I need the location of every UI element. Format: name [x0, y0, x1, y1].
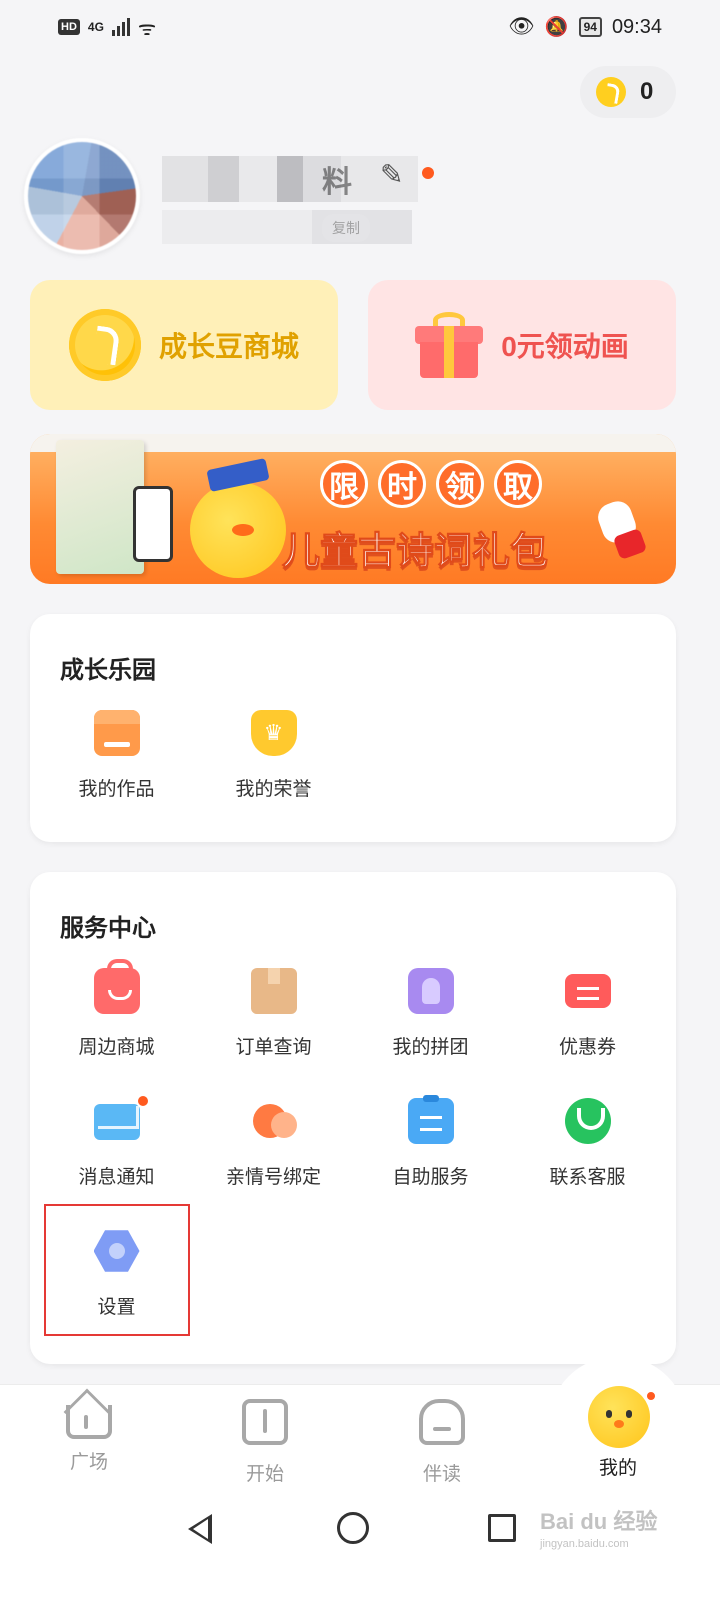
- my-group-buy-button[interactable]: 我的拼团: [352, 968, 509, 1064]
- self-service-button[interactable]: 自助服务: [352, 1095, 509, 1194]
- notification-dot: [422, 167, 434, 179]
- notification-dot: [645, 1390, 657, 1402]
- works-icon: [93, 710, 140, 756]
- tab-label: 我的: [598, 1458, 637, 1479]
- chat-icon: [564, 1098, 611, 1144]
- clock: 09:34: [611, 15, 662, 38]
- status-bar: HD 4G ᯤ 👁 🔕 94 09:34: [0, 0, 720, 54]
- gift-icon: [415, 312, 484, 378]
- order-lookup-button[interactable]: 订单查询: [195, 968, 352, 1064]
- coupons-button[interactable]: 优惠券: [509, 968, 666, 1064]
- free-animation-card[interactable]: 0元领动画: [368, 280, 676, 410]
- promo-banner[interactable]: 限 时 领 取 儿童古诗词礼包: [30, 434, 676, 584]
- item-label: 自助服务: [392, 1167, 469, 1188]
- section-title: 服务中心: [60, 915, 156, 942]
- avatar[interactable]: [24, 138, 140, 254]
- hd-badge: HD: [58, 19, 80, 35]
- item-label: 亲情号绑定: [225, 1167, 321, 1188]
- tab-start[interactable]: 开始: [205, 1399, 325, 1486]
- my-works-button[interactable]: 我的作品: [38, 710, 195, 806]
- status-left: HD 4G ᯤ: [58, 14, 156, 41]
- item-label: 优惠券: [558, 1037, 616, 1058]
- home-circle-icon[interactable]: [337, 1512, 369, 1544]
- home-icon: [66, 1405, 112, 1439]
- wifi-icon: ᯤ: [137, 17, 157, 40]
- item-label: 周边商城: [78, 1037, 155, 1058]
- back-icon[interactable]: [188, 1514, 212, 1544]
- pencil-icon[interactable]: ✎: [380, 158, 403, 191]
- shopping-bag-icon: [93, 959, 140, 1014]
- item-label: 我的作品: [78, 779, 155, 800]
- gift-label: 0元领动画: [501, 331, 629, 362]
- settings-highlight-box: [44, 1204, 190, 1336]
- growth-section: 成长乐园 我的作品 我的荣誉: [30, 614, 676, 842]
- recent-apps-icon[interactable]: [488, 1514, 516, 1542]
- watermark-text: Bai du 经验: [540, 1509, 658, 1534]
- banner-title-char: 领: [436, 460, 484, 508]
- coin-count: 0: [640, 78, 654, 105]
- book-icon: [242, 1399, 288, 1445]
- clipboard-icon: [407, 1095, 454, 1144]
- item-label: 消息通知: [78, 1167, 155, 1188]
- family-binding-button[interactable]: 亲情号绑定: [195, 1098, 352, 1194]
- banner-title: 限 时 领 取: [320, 460, 542, 508]
- bag-icon: [419, 1399, 465, 1445]
- signal-icon: [111, 18, 130, 36]
- mail-icon: [93, 1104, 140, 1140]
- battery-icon: 94: [578, 17, 602, 37]
- bell-off-icon: 🔕: [544, 17, 569, 38]
- hearts-icon: [251, 1098, 297, 1144]
- mall-label: 成长豆商城: [158, 331, 299, 362]
- tab-mine[interactable]: 我的: [558, 1453, 678, 1480]
- section-title: 成长乐园: [60, 657, 156, 684]
- growth-bean-mall-card[interactable]: 成长豆商城: [30, 280, 338, 410]
- tab-label: 伴读: [422, 1464, 461, 1485]
- tab-companion[interactable]: 伴读: [382, 1399, 502, 1486]
- banner-subtitle: 儿童古诗词礼包: [281, 531, 549, 574]
- group-icon: [407, 968, 454, 1014]
- item-label: 我的荣誉: [235, 779, 312, 800]
- mascot-image: [190, 482, 286, 578]
- my-honors-button[interactable]: 我的荣誉: [195, 710, 352, 806]
- banner-title-char: 限: [320, 460, 368, 508]
- book-image: [56, 440, 144, 574]
- honor-icon: [250, 710, 297, 756]
- package-icon: [250, 968, 297, 1014]
- user-name-text: 料: [322, 166, 352, 199]
- contact-support-button[interactable]: 联系客服: [509, 1098, 666, 1194]
- network-type: 4G: [87, 20, 104, 34]
- banner-title-char: 取: [494, 460, 542, 508]
- watermark: Bai du 经验 jingyan.baidu.com: [540, 1504, 657, 1550]
- coin-balance-button[interactable]: 0: [580, 66, 676, 118]
- pointing-hand-icon: [590, 488, 648, 561]
- watermark-url: jingyan.baidu.com: [540, 1538, 629, 1550]
- coupon-icon: [564, 974, 611, 1008]
- growth-grid: 我的作品 我的荣誉: [38, 710, 668, 806]
- banner-title-char: 时: [378, 460, 426, 508]
- item-label: 订单查询: [235, 1037, 312, 1058]
- copy-id-button[interactable]: 复制: [322, 214, 370, 242]
- tab-label: 开始: [245, 1464, 284, 1485]
- tab-label: 广场: [69, 1452, 108, 1473]
- merch-store-button[interactable]: 周边商城: [38, 959, 195, 1064]
- mascot-icon[interactable]: [588, 1386, 650, 1448]
- coin-icon: [68, 309, 141, 381]
- eye-icon: 👁: [508, 15, 535, 38]
- item-label: 我的拼团: [392, 1037, 469, 1058]
- phone-image: [133, 486, 173, 562]
- coin-icon: [596, 77, 626, 107]
- user-id: [162, 210, 412, 244]
- notification-dot: [136, 1094, 150, 1108]
- tab-plaza[interactable]: 广场: [29, 1399, 149, 1474]
- item-label: 联系客服: [549, 1167, 626, 1188]
- notifications-button[interactable]: 消息通知: [38, 1094, 195, 1194]
- status-right: 👁 🔕 94 09:34: [508, 15, 662, 39]
